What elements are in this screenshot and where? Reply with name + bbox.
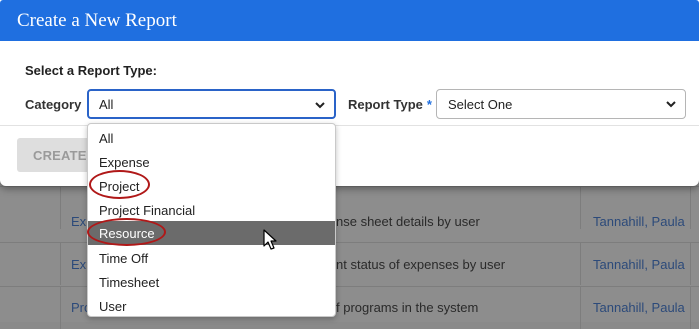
report-description: nt status of expenses by user xyxy=(336,257,506,272)
chevron-down-icon xyxy=(315,102,325,109)
dropdown-option-time-off[interactable]: Time Off xyxy=(88,246,335,270)
report-owner[interactable]: Tannahill, Paula xyxy=(593,300,685,315)
report-description: f programs in the system xyxy=(336,300,479,315)
report-owner[interactable]: Tannahill, Paula xyxy=(593,257,685,272)
chevron-down-icon xyxy=(666,101,676,108)
report-type-select[interactable]: Select One xyxy=(436,89,686,119)
mouse-pointer-icon xyxy=(263,229,277,250)
modal-title: Create a New Report xyxy=(0,0,699,41)
report-type-label: Report Type * xyxy=(348,97,432,112)
report-description: nse sheet details by user xyxy=(336,214,480,229)
annotation-circle-resource xyxy=(87,218,166,246)
category-label: Category xyxy=(25,97,82,112)
section-label: Select a Report Type: xyxy=(25,63,157,78)
required-marker: * xyxy=(426,97,432,112)
category-select[interactable]: All xyxy=(87,89,336,119)
report-type-label-text: Report Type xyxy=(348,97,423,112)
dropdown-option-user[interactable]: User xyxy=(88,294,335,316)
dropdown-option-timesheet[interactable]: Timesheet xyxy=(88,270,335,294)
annotation-circle-project xyxy=(89,170,150,199)
report-owner[interactable]: Tannahill, Paula xyxy=(593,214,685,229)
dropdown-option-all[interactable]: All xyxy=(88,126,335,150)
report-type-select-value: Select One xyxy=(448,97,513,112)
category-select-value: All xyxy=(99,97,114,112)
